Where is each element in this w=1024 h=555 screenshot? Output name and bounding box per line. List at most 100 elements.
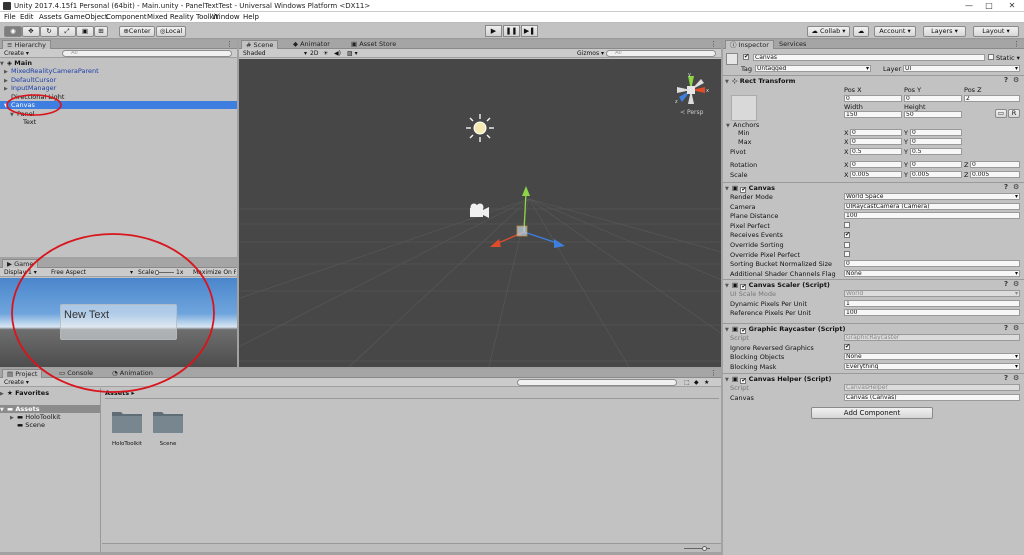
pause-button[interactable]: ❚❚ [503, 25, 520, 37]
anchors-foldout[interactable]: ▼ Anchors [726, 121, 759, 129]
property-checkbox[interactable] [844, 241, 850, 248]
tab-console[interactable]: ▭ Console [55, 369, 97, 378]
hierarchy-item[interactable]: ▼ Panel [0, 110, 237, 118]
help-icon[interactable]: ? [1004, 281, 1012, 288]
panel-menu-icon[interactable]: ⋮ [226, 41, 234, 48]
maximize-on-play-toggle[interactable]: Maximize On Pl [193, 269, 236, 276]
favorite-star-icon[interactable]: ★ [704, 379, 709, 386]
canvas-component-header[interactable]: ▼ ▣ ✔ Canvas? ⚙ [723, 182, 1024, 193]
filter-label-icon[interactable]: ◆ [694, 379, 699, 386]
panel-menu-icon[interactable]: ⋮ [710, 370, 718, 377]
helper-component-header[interactable]: ▼ ▣ ✔ Canvas Helper (Script)? ⚙ [723, 373, 1024, 384]
help-icon[interactable]: ? [1004, 325, 1012, 332]
hierarchy-item[interactable]: Directional Light [0, 93, 237, 101]
help-icon[interactable]: ? [1004, 184, 1012, 191]
tab-project[interactable]: ▤ Project [2, 369, 43, 378]
posz-field[interactable]: 2 [964, 95, 1020, 102]
property-field[interactable]: 0 [844, 260, 1020, 268]
cloud-button[interactable]: ☁ [853, 26, 869, 37]
property-field[interactable]: 1 [844, 299, 1020, 307]
menu-gameobject[interactable]: GameObject [64, 13, 108, 21]
persp-label[interactable]: ≺ Persp [680, 109, 703, 116]
scene-view[interactable]: y x z ≺ Persp [239, 59, 721, 367]
pivot-y-field[interactable]: 0.5 [910, 148, 962, 155]
menu-edit[interactable]: Edit [20, 13, 34, 21]
game-view[interactable]: New Text [0, 278, 237, 367]
play-button[interactable]: ▶ [485, 25, 502, 37]
hierarchy-item[interactable]: ▶ DefaultCursor [0, 76, 237, 84]
property-checkbox[interactable] [844, 222, 850, 229]
filter-type-icon[interactable]: ⬚ [684, 379, 690, 386]
object-field[interactable]: UIRaycastCamera (Camera) [844, 202, 1020, 210]
height-field[interactable]: 50 [904, 111, 962, 118]
anchor-max-x-field[interactable]: 0 [850, 138, 902, 145]
tab-asset-store[interactable]: ▣ Asset Store [347, 40, 400, 49]
layout-dropdown[interactable]: Layout ▾ [973, 26, 1019, 37]
scale-x-field[interactable]: 0.005 [850, 171, 902, 178]
property-dropdown[interactable]: None ▾ [844, 353, 1020, 361]
anchor-max-y-field[interactable]: 0 [910, 138, 962, 145]
hand-tool-button[interactable]: ◉ [4, 26, 22, 37]
breadcrumb[interactable]: Assets ▸ [105, 389, 135, 397]
pivot-center-toggle[interactable]: ⊕Center [119, 26, 155, 37]
property-field[interactable]: 100 [844, 212, 1020, 220]
hierarchy-item[interactable]: ▶ InputManager [0, 84, 237, 92]
assets-root-row[interactable]: ▼ ▬ Assets [0, 405, 100, 413]
rotation-y-field[interactable]: 0 [910, 161, 962, 168]
tab-scene[interactable]: # Scene [241, 40, 279, 49]
posy-field[interactable]: 0 [904, 95, 962, 102]
panel-menu-icon[interactable]: ⋮ [710, 41, 718, 48]
aspect-dropdown[interactable]: Free Aspect ▾ [51, 269, 133, 276]
gear-icon[interactable]: ⚙ [1013, 184, 1021, 191]
posx-field[interactable]: 0 [844, 95, 902, 102]
project-create-dropdown[interactable]: Create ▾ [4, 379, 29, 386]
hierarchy-item[interactable]: ▼ Canvas [0, 101, 237, 109]
layers-dropdown[interactable]: Layers ▾ [923, 26, 966, 37]
menu-window[interactable]: Window [212, 13, 240, 21]
static-checkbox[interactable] [988, 54, 994, 60]
transform-gizmo[interactable] [484, 184, 574, 264]
asset-folder-holotoolkit[interactable]: HoloToolkit [111, 409, 143, 455]
effects-dropdown-icon[interactable]: ▨ ▾ [347, 50, 358, 57]
minimize-button[interactable]: — [962, 1, 976, 11]
project-search-input[interactable] [517, 379, 677, 386]
raycaster-component-header[interactable]: ▼ ▣ ✔ Graphic Raycaster (Script)? ⚙ [723, 323, 1024, 334]
hierarchy-item[interactable]: ▶ MixedRealityCameraParent [0, 67, 237, 75]
menu-help[interactable]: Help [243, 13, 259, 21]
property-field[interactable]: 100 [844, 309, 1020, 317]
property-dropdown[interactable]: World ▾ [844, 290, 1020, 297]
orientation-gizmo[interactable]: y x z [671, 70, 711, 110]
scale-z-field[interactable]: 0.005 [970, 171, 1020, 178]
scale-y-field[interactable]: 0.005 [910, 171, 962, 178]
tab-services[interactable]: Services [775, 40, 810, 49]
rotate-tool-button[interactable]: ↻ [40, 26, 58, 37]
rect-transform-header[interactable]: ▼ ⊹ Rect Transform ? ⚙ [723, 75, 1024, 85]
gear-icon[interactable]: ⚙ [1013, 325, 1021, 332]
transform-tool-button[interactable]: ⊞ [94, 26, 108, 37]
scene-search-input[interactable]: All [606, 50, 716, 57]
object-name-field[interactable]: Canvas [753, 54, 985, 61]
shading-dropdown[interactable]: Shaded ▾ [243, 50, 307, 57]
tab-animator[interactable]: ◆ Animator [289, 40, 334, 49]
move-tool-button[interactable]: ✥ [22, 26, 40, 37]
audio-toggle-icon[interactable]: ◀) [334, 50, 341, 57]
gizmos-dropdown[interactable]: Gizmos ▾ [577, 50, 604, 57]
scene-root-row[interactable]: ▼ ◈ Main [0, 59, 237, 67]
rotation-x-field[interactable]: 0 [850, 161, 902, 168]
tab-animation[interactable]: ◔ Animation [108, 369, 157, 378]
gear-icon[interactable]: ⚙ [1013, 375, 1021, 382]
blueprint-mode-button[interactable]: ▭ [995, 109, 1007, 118]
collab-dropdown[interactable]: ☁ Collab ▾ [807, 26, 850, 37]
menu-assets[interactable]: Assets [39, 13, 62, 21]
property-checkbox[interactable]: ✔ [844, 231, 850, 238]
menu-mixed-reality-toolkit[interactable]: Mixed Reality Toolkit [147, 13, 218, 21]
property-checkbox[interactable] [844, 251, 850, 258]
maximize-button[interactable]: □ [982, 1, 996, 11]
scaler-component-header[interactable]: ▼ ▣ ✔ Canvas Scaler (Script)? ⚙ [723, 279, 1024, 290]
hierarchy-create-dropdown[interactable]: Create ▾ [4, 50, 29, 57]
static-label[interactable]: Static ▾ [996, 54, 1020, 62]
tab-game[interactable]: ▶ Game [2, 259, 39, 268]
property-dropdown[interactable]: World Space ▾ [844, 193, 1020, 200]
gear-icon[interactable]: ⚙ [1013, 281, 1021, 288]
tree-scene-row[interactable]: ▬ Scene [0, 421, 100, 429]
